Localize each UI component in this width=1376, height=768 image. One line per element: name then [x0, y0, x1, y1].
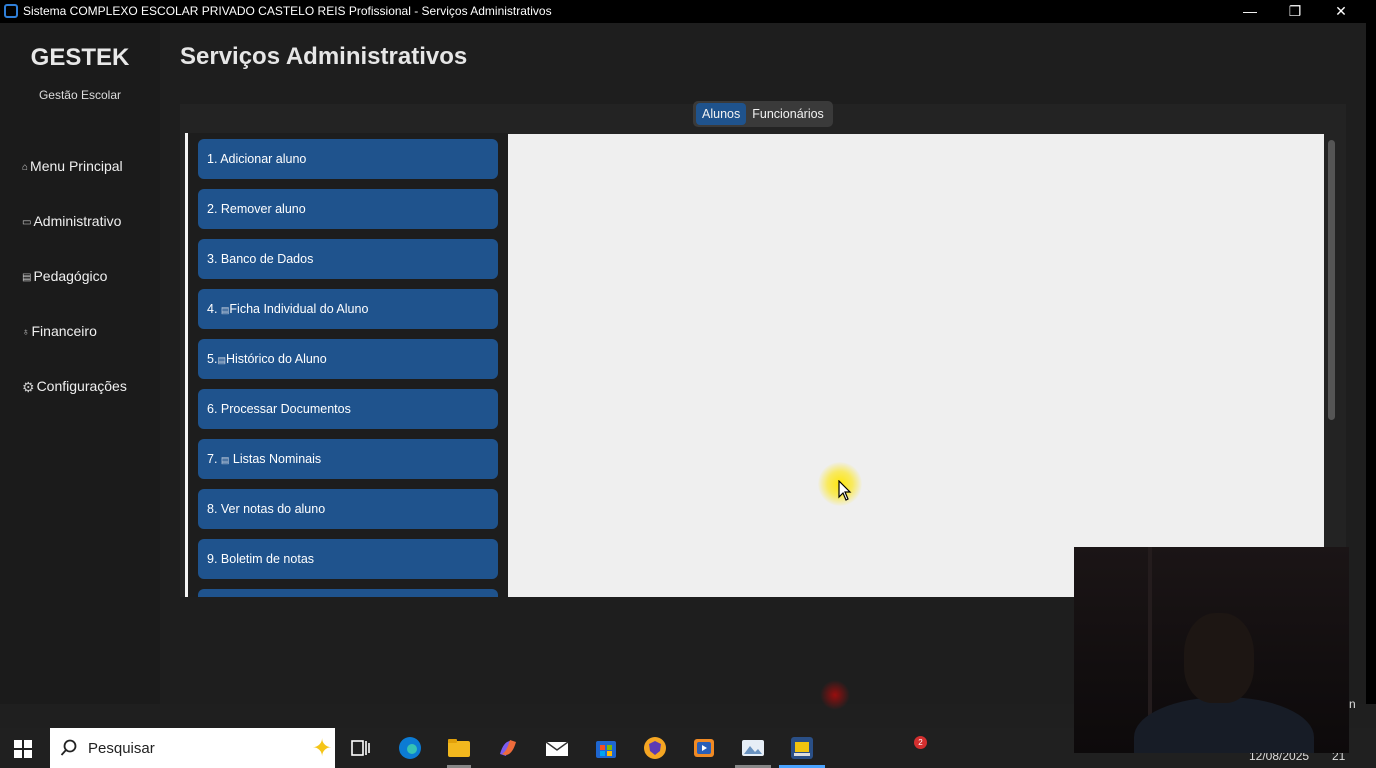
actions-scroll-list[interactable]: 1. Adicionar aluno 2. Remover aluno 3. B…	[188, 133, 508, 597]
webcam-person-body	[1134, 697, 1314, 753]
button-label: Ver notas do aluno	[220, 502, 326, 516]
gear-icon: ⚙	[22, 378, 35, 395]
button-prefix: 7.	[207, 452, 221, 466]
mouse-cursor-icon	[838, 480, 852, 501]
view-grades-button[interactable]: 8. Ver notas do aluno	[198, 489, 498, 529]
sidebar-item-pedagogico[interactable]: ▤ Pedagógico	[22, 268, 107, 284]
name-lists-button[interactable]: 7. ▤ Listas Nominais	[198, 439, 498, 479]
minimize-button[interactable]: —	[1227, 0, 1273, 23]
button-prefix: 5.	[207, 352, 218, 366]
content-area	[508, 134, 1324, 597]
button-prefix: 2.	[207, 202, 221, 216]
home-icon: ⌂	[22, 161, 29, 173]
button-label: Boletim de notas	[220, 552, 315, 566]
book-icon: ▤	[22, 271, 32, 283]
sidebar-item-menu-principal[interactable]: ⌂ Menu Principal	[22, 158, 123, 174]
process-documents-button[interactable]: 6. Processar Documentos	[198, 389, 498, 429]
file-explorer-icon[interactable]	[447, 736, 471, 760]
button-prefix: 4.	[207, 302, 221, 316]
copilot-sparkle-icon: ✦	[312, 735, 333, 762]
taskbar-search[interactable]: Pesquisar ✦	[50, 728, 335, 768]
remove-student-button[interactable]: 2. Remover aluno	[198, 189, 498, 229]
windows-start-icon[interactable]	[14, 740, 32, 758]
task-view-icon[interactable]	[349, 736, 373, 760]
button-prefix: 9.	[207, 552, 221, 566]
close-button[interactable]: ✕	[1318, 0, 1364, 23]
webcam-person-head	[1184, 613, 1254, 703]
photo-viewer-icon[interactable]	[741, 736, 765, 760]
brand-subtitle: Gestão Escolar	[38, 88, 122, 102]
button-label: Processar Documentos	[220, 402, 351, 416]
media-player-icon[interactable]	[692, 736, 716, 760]
document-icon: ▤	[217, 355, 226, 365]
button-prefix: 6.	[207, 402, 221, 416]
database-button[interactable]: 3. Banco de Dados	[198, 239, 498, 279]
page-title: Serviços Administrativos	[180, 43, 468, 70]
window-edge	[1366, 23, 1376, 704]
money-icon: ♁	[22, 326, 30, 338]
button-prefix: 1.	[207, 152, 221, 166]
folder-icon: ▭	[22, 216, 32, 228]
button-label: Remover aluno	[220, 202, 306, 216]
tab-funcionarios[interactable]: Funcionários	[746, 103, 830, 125]
sidebar-item-financeiro[interactable]: ♁ Financeiro	[22, 323, 97, 339]
search-placeholder: Pesquisar	[88, 740, 155, 757]
vertical-scrollbar[interactable]	[1328, 140, 1335, 420]
window-title-bar[interactable]: Sistema COMPLEXO ESCOLAR PRIVADO CASTELO…	[0, 0, 1376, 23]
notification-badge: 2	[914, 736, 927, 749]
button-prefix: 8.	[207, 502, 221, 516]
gestek-app-icon[interactable]	[790, 736, 814, 760]
sidebar-item-label: Menu Principal	[30, 158, 123, 174]
copilot-icon[interactable]	[496, 736, 520, 760]
button-prefix: 3.	[207, 252, 221, 266]
recording-indicator	[820, 680, 850, 710]
button-label: Adicionar aluno	[220, 152, 307, 166]
student-history-button[interactable]: 5.▤Histórico do Aluno	[198, 339, 498, 379]
add-student-button[interactable]: 1. Adicionar aluno	[198, 139, 498, 179]
edge-browser-icon[interactable]	[398, 736, 422, 760]
partial-text: n	[1349, 697, 1356, 711]
webcam-overlay	[1074, 547, 1349, 753]
brand-title: GESTEK	[30, 44, 130, 71]
button-label: Histórico do Aluno	[225, 352, 327, 366]
vpn-shield-icon[interactable]	[643, 736, 667, 760]
button-label: Ficha Individual do Aluno	[229, 302, 369, 316]
microsoft-store-icon[interactable]	[594, 736, 618, 760]
sidebar-item-label: Configurações	[36, 378, 127, 394]
app-icon	[4, 4, 18, 18]
sidebar-item-label: Administrativo	[33, 213, 122, 229]
button-label: Listas Nominais	[229, 452, 322, 466]
next-action-button[interactable]	[198, 589, 498, 597]
restore-button[interactable]: ❐	[1272, 0, 1318, 23]
sidebar-item-label: Pedagógico	[33, 268, 108, 284]
report-card-button[interactable]: 9. Boletim de notas	[198, 539, 498, 579]
search-icon	[60, 739, 77, 756]
sidebar-item-administrativo[interactable]: ▭ Administrativo	[22, 213, 121, 229]
sidebar: GESTEK Gestão Escolar ⌂ Menu Principal ▭ A…	[0, 23, 160, 704]
segmented-tabs: Alunos Funcionários	[693, 101, 833, 127]
sidebar-item-configuracoes[interactable]: ⚙ Configurações	[22, 378, 127, 396]
mail-icon[interactable]	[545, 736, 569, 760]
student-record-button[interactable]: 4. ▤Ficha Individual do Aluno	[198, 289, 498, 329]
sidebar-item-label: Financeiro	[31, 323, 97, 339]
button-label: Banco de Dados	[220, 252, 314, 266]
tab-alunos[interactable]: Alunos	[696, 103, 747, 125]
window-title: Sistema COMPLEXO ESCOLAR PRIVADO CASTELO…	[23, 4, 552, 18]
